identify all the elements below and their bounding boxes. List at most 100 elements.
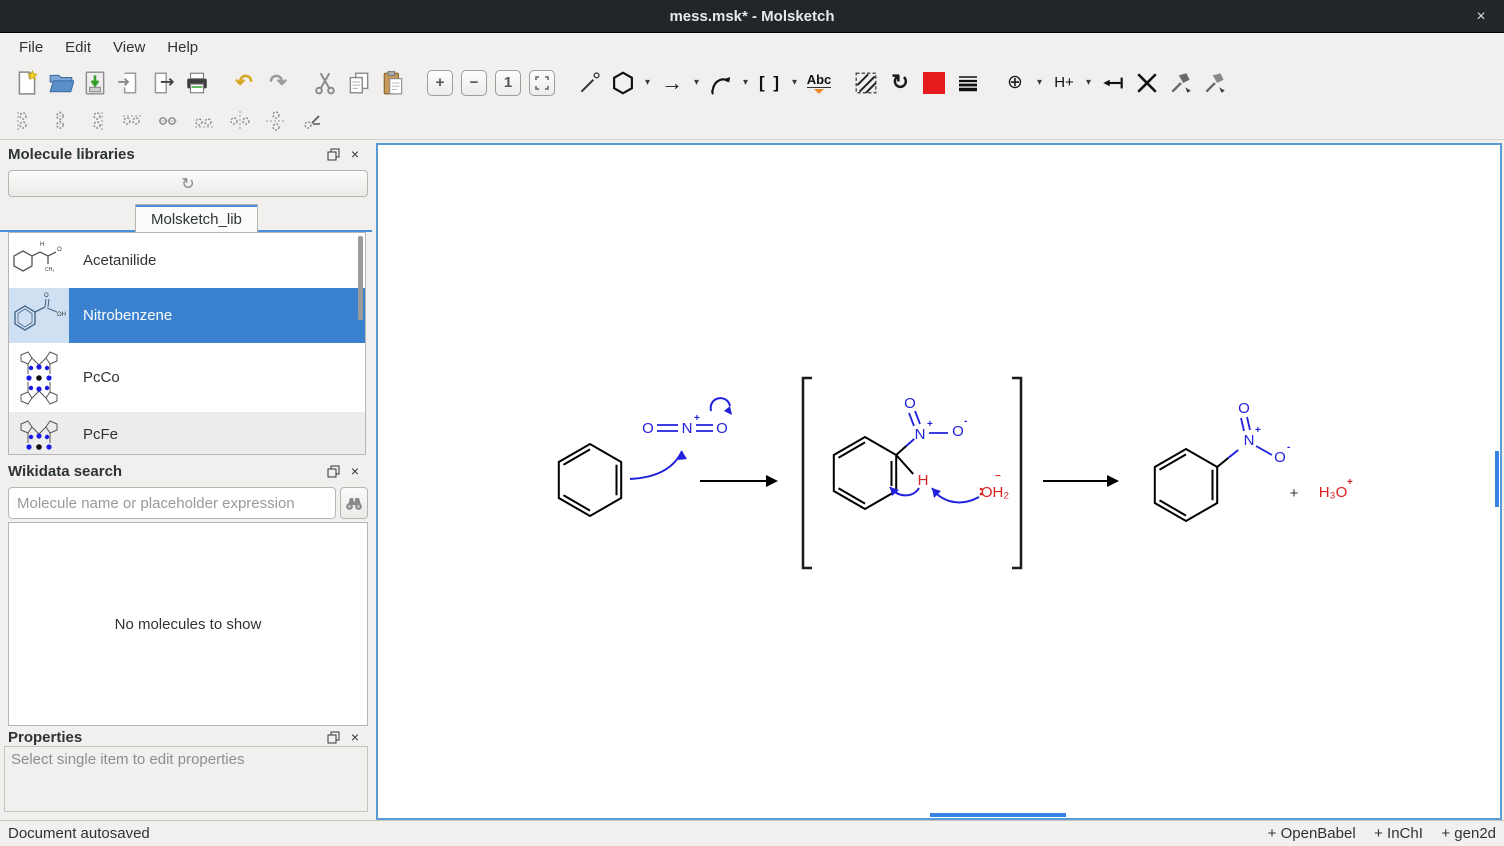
reaction-scheme: O N + O <box>378 145 1500 818</box>
align-right-button[interactable] <box>78 106 114 136</box>
hexagon-ring-icon <box>610 70 636 96</box>
svg-text:O: O <box>44 293 49 299</box>
molecule-search-input[interactable] <box>8 487 336 519</box>
nitrobenzene-product[interactable]: N + O O - <box>1155 400 1291 521</box>
benzene-molecule[interactable] <box>559 444 621 516</box>
rotate-tool[interactable]: ↻ <box>883 66 917 100</box>
line-width-button[interactable] <box>951 66 985 100</box>
hydrogen-tool[interactable]: H+ <box>1047 66 1081 100</box>
reaction-arrow-tool[interactable]: → <box>655 66 689 100</box>
nitronium-ion[interactable]: O N + O <box>642 413 728 437</box>
svg-text:-: - <box>964 416 967 427</box>
reaction-arrow-1[interactable] <box>700 475 778 487</box>
cut-button[interactable] <box>308 66 342 100</box>
zoom-fit-button[interactable] <box>525 66 559 100</box>
export-button[interactable] <box>146 66 180 100</box>
copy-button[interactable] <box>342 66 376 100</box>
binoculars-icon <box>345 495 363 511</box>
list-item-pcfe[interactable]: PcFe <box>9 412 365 455</box>
mechanism-arrow-dropdown[interactable]: ▾ <box>738 66 753 100</box>
distribute-vertical-button[interactable] <box>258 106 294 136</box>
align-left-icon <box>13 110 35 132</box>
properties-close-button[interactable]: × <box>346 728 364 746</box>
distribute-horizontal-button[interactable] <box>222 106 258 136</box>
set-angle-button[interactable] <box>294 106 330 136</box>
export-icon <box>150 70 176 96</box>
status-bar: Document autosaved + OpenBabel + InChI +… <box>0 820 1504 846</box>
align-left-button[interactable] <box>6 106 42 136</box>
align-vertical-center-button[interactable] <box>42 106 78 136</box>
libraries-float-button[interactable] <box>324 145 342 163</box>
distribute-horizontal-icon <box>229 110 251 132</box>
svg-text:+: + <box>927 419 933 430</box>
svg-text:O: O <box>952 423 964 440</box>
optimize-all-button[interactable] <box>1198 66 1232 100</box>
mechanism-arrow-tool[interactable] <box>704 66 738 100</box>
zoom-out-button[interactable]: − <box>457 66 491 100</box>
menu-file[interactable]: File <box>8 36 54 59</box>
reaction-arrow-dropdown[interactable]: ▾ <box>689 66 704 100</box>
search-button[interactable] <box>340 487 368 519</box>
list-item-acetanilide[interactable]: H O CH₃ Acetanilide <box>9 233 365 288</box>
align-top-button[interactable] <box>114 106 150 136</box>
menu-view[interactable]: View <box>102 36 156 59</box>
charge-tool[interactable]: ⊕ <box>998 66 1032 100</box>
bracket-tool-dropdown[interactable]: ▾ <box>787 66 802 100</box>
mechanism-arrows-step2[interactable] <box>890 487 979 502</box>
molecule-library-list[interactable]: H O CH₃ Acetanilide O OH Nitrobenze <box>8 232 366 455</box>
list-item-nitrobenzene[interactable]: O OH Nitrobenzene <box>9 288 365 343</box>
align-bottom-button[interactable] <box>186 106 222 136</box>
wikidata-results-area: No molecules to show <box>8 522 368 726</box>
text-tool[interactable]: Abc <box>802 66 836 100</box>
bracket-icon: [ ] <box>759 73 781 93</box>
library-list-scrollbar[interactable] <box>358 236 363 320</box>
hydronium-byproduct[interactable]: + H₃O + <box>1290 477 1353 502</box>
wikidata-panel-header: Wikidata search × <box>0 459 372 483</box>
zoom-original-button[interactable]: 1 <box>491 66 525 100</box>
charge-tool-dropdown[interactable]: ▾ <box>1032 66 1047 100</box>
bracket-tool[interactable]: [ ] <box>753 66 787 100</box>
wikidata-close-button[interactable]: × <box>346 462 364 480</box>
wikidata-float-button[interactable] <box>324 462 342 480</box>
hatch-fill-tool[interactable] <box>849 66 883 100</box>
delete-x-icon <box>1135 71 1159 95</box>
mechanism-arrows-step1[interactable] <box>630 398 732 479</box>
delete-tool[interactable] <box>1130 66 1164 100</box>
properties-float-button[interactable] <box>324 728 342 746</box>
optimize-structure-button[interactable] <box>1164 66 1198 100</box>
new-file-button[interactable] <box>10 66 44 100</box>
open-file-button[interactable] <box>44 66 78 100</box>
print-icon <box>184 70 210 96</box>
window-close-button[interactable]: × <box>1470 6 1492 28</box>
arenium-intermediate[interactable]: N + O O - H <box>834 395 968 509</box>
canvas-vertical-scrollbar[interactable] <box>1495 451 1499 507</box>
import-icon <box>116 70 142 96</box>
canvas-horizontal-scrollbar[interactable] <box>930 813 1066 817</box>
hydrogen-tool-dropdown[interactable]: ▾ <box>1081 66 1096 100</box>
svg-text:O: O <box>716 420 728 437</box>
svg-text:N: N <box>915 426 926 443</box>
libraries-close-button[interactable]: × <box>346 145 364 163</box>
drawing-canvas[interactable]: O N + O <box>376 143 1502 820</box>
refresh-libraries-button[interactable]: ↻ <box>8 170 368 197</box>
reaction-arrow-2[interactable] <box>1043 475 1119 487</box>
lone-pair-tool[interactable] <box>1096 66 1130 100</box>
draw-bond-tool[interactable] <box>572 66 606 100</box>
align-horizontal-center-button[interactable] <box>150 106 186 136</box>
import-button[interactable] <box>112 66 146 100</box>
list-item-pcco[interactable]: PcCo <box>9 343 365 412</box>
ring-tool-dropdown[interactable]: ▾ <box>640 66 655 100</box>
ring-tool[interactable] <box>606 66 640 100</box>
undo-button[interactable]: ↶ <box>227 66 261 100</box>
redo-button[interactable]: ↷ <box>261 66 295 100</box>
zoom-in-button[interactable]: + <box>423 66 457 100</box>
tab-molsketch-lib[interactable]: Molsketch_lib <box>135 204 258 234</box>
water-base[interactable]: OH₂ − <box>980 471 1010 501</box>
print-button[interactable] <box>180 66 214 100</box>
save-button[interactable] <box>78 66 112 100</box>
color-picker-button[interactable] <box>917 66 951 100</box>
menu-help[interactable]: Help <box>156 36 209 59</box>
text-tool-icon: Abc <box>807 72 832 94</box>
menu-edit[interactable]: Edit <box>54 36 102 59</box>
paste-button[interactable] <box>376 66 410 100</box>
